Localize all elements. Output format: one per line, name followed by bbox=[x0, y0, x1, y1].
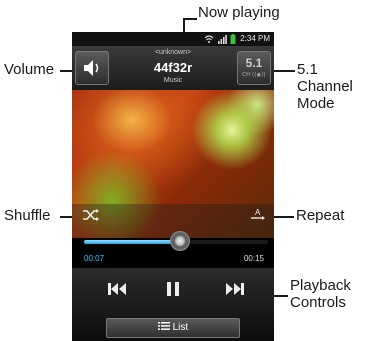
phone-screen: 2:34 PM <unknown> 44f32r Music 5.1 CH ((… bbox=[72, 32, 274, 341]
callout-playback-controls: Playback Controls bbox=[290, 277, 351, 311]
status-bar: 2:34 PM bbox=[72, 32, 274, 46]
previous-icon[interactable] bbox=[106, 280, 128, 298]
signal-icon bbox=[218, 35, 227, 44]
callout-channel-mode-text: 5.1 Channel Mode bbox=[297, 61, 353, 112]
channel-mode-button[interactable]: 5.1 CH ((◉)) bbox=[237, 51, 271, 85]
seek-thumb[interactable] bbox=[169, 231, 190, 251]
pause-icon[interactable] bbox=[162, 280, 184, 298]
wifi-icon bbox=[204, 35, 214, 43]
repeat-icon[interactable]: A bbox=[250, 206, 266, 222]
callout-now-playing: Now playing bbox=[198, 4, 280, 21]
callout-channel-mode: 5.1 Channel Mode bbox=[297, 61, 377, 112]
leader-now-playing-top bbox=[183, 18, 197, 20]
volume-button[interactable] bbox=[75, 51, 109, 85]
list-button-label: List bbox=[172, 322, 189, 333]
leader-channel-mode bbox=[271, 70, 295, 72]
track-album: Music bbox=[163, 77, 183, 84]
battery-icon bbox=[230, 34, 236, 44]
shuffle-icon[interactable] bbox=[82, 208, 100, 222]
elapsed-time: 00:07 bbox=[84, 254, 105, 263]
seek-progress bbox=[84, 240, 180, 244]
list-button[interactable]: List bbox=[106, 318, 240, 338]
svg-text:A: A bbox=[255, 208, 261, 217]
status-time: 2:34 PM bbox=[240, 34, 270, 43]
track-artist: <unknown> bbox=[154, 49, 192, 56]
callout-volume: Volume bbox=[4, 61, 55, 78]
status-icons bbox=[204, 34, 236, 44]
now-playing-header: <unknown> 44f32r Music 5.1 CH ((◉)) bbox=[72, 46, 274, 90]
list-icon bbox=[157, 322, 170, 330]
next-icon[interactable] bbox=[224, 280, 246, 298]
channel-mode-label: 5.1 bbox=[245, 56, 263, 70]
track-title: 44f32r bbox=[153, 60, 193, 75]
callout-repeat: Repeat bbox=[296, 207, 345, 224]
channel-mode-sub: CH ((◉)) bbox=[242, 72, 266, 78]
total-time: 00:15 bbox=[243, 254, 264, 263]
speaker-icon bbox=[84, 60, 99, 76]
callout-shuffle: Shuffle bbox=[4, 207, 51, 224]
